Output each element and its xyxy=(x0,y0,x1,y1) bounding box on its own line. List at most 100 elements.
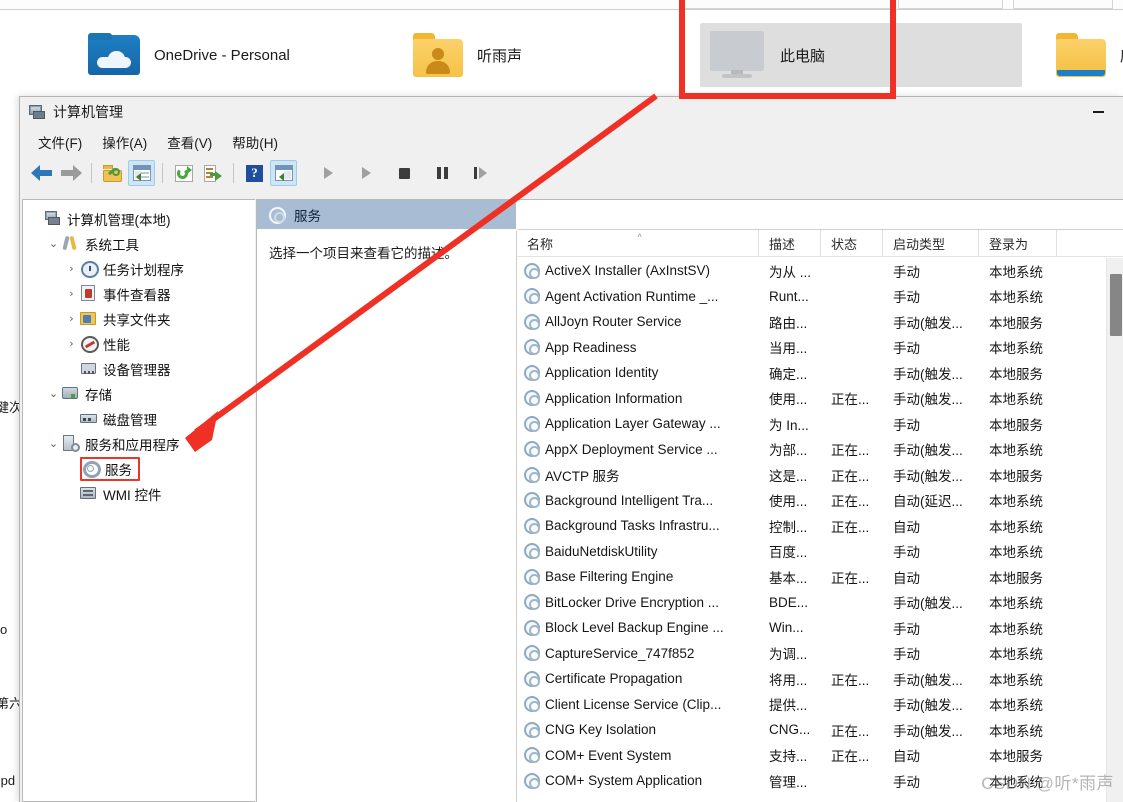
window-title-bar[interactable]: 计算机管理 xyxy=(20,97,1123,127)
tree-node[interactable]: 服务 xyxy=(27,456,255,481)
tree-node[interactable]: ⌄ 服务和应用程序 xyxy=(27,431,255,456)
stop-service-button[interactable] xyxy=(391,160,418,186)
desktop-item-onedrive[interactable]: OneDrive - Personal xyxy=(80,20,360,90)
console-tree-pane[interactable]: 计算机管理(本地) ⌄ 系统工具 › 任务计划程序 › 事件查看器 › 共享文件夹 › 性能 设备管理… xyxy=(22,199,255,802)
tree-node[interactable]: › 任务计划程序 xyxy=(27,256,255,281)
tree-node-content[interactable]: WMI 控件 xyxy=(80,484,162,504)
cut-off-ribbon-item-1[interactable] xyxy=(682,0,892,9)
column-header[interactable]: 名称 ^ xyxy=(517,230,759,256)
list-vertical-scrollbar[interactable] xyxy=(1106,258,1123,802)
table-row[interactable]: AVCTP 服务 这是... 正在... 手动(触发... 本地服务 xyxy=(517,462,1123,488)
scrollbar-thumb[interactable] xyxy=(1110,274,1122,336)
tree-node[interactable]: 设备管理器 xyxy=(27,356,255,381)
table-row[interactable]: Application Information 使用... 正在... 手动(触发..… xyxy=(517,386,1123,412)
table-row[interactable]: App Readiness 当用... 手动 本地系统 xyxy=(517,335,1123,361)
cell-desc: 将用... xyxy=(769,672,808,688)
tree-node-content[interactable]: 存储 xyxy=(62,384,112,404)
tree-node-content[interactable]: 系统工具 xyxy=(62,234,139,254)
list-header-row[interactable]: 名称 ^ 描述 状态 启动类型 登录为 xyxy=(517,230,1123,257)
tree-node[interactable]: WMI 控件 xyxy=(27,481,255,506)
services-list-view[interactable]: 名称 ^ 描述 状态 启动类型 登录为 ActiveX Installer (AxInst… xyxy=(516,229,1123,802)
menu-action[interactable]: 操作(A) xyxy=(92,128,157,156)
table-row[interactable]: Background Tasks Infrastru... 控制... 正在... 自… xyxy=(517,513,1123,539)
tree-node-content[interactable]: 磁盘管理 xyxy=(80,409,157,429)
tree-node[interactable]: ⌄ 系统工具 xyxy=(27,231,255,256)
table-row[interactable]: Application Identity 确定... 手动(触发... 本地服务 xyxy=(517,360,1123,386)
tree-node[interactable]: ⌄ 存储 xyxy=(27,381,255,406)
chevron-right-icon[interactable]: › xyxy=(63,312,80,325)
table-row[interactable]: AllJoyn Router Service 路由... 手动(触发... 本地服务 xyxy=(517,309,1123,335)
cut-off-ribbon-item-3[interactable] xyxy=(1013,0,1113,9)
highlighted-tree-node-services[interactable]: 服务 xyxy=(80,456,140,481)
table-row[interactable]: AppX Deployment Service ... 为部... 正在... 手动(… xyxy=(517,437,1123,463)
chevron-right-icon[interactable]: › xyxy=(63,337,80,350)
column-header[interactable]: 描述 xyxy=(759,230,821,256)
chevron-down-icon[interactable]: ⌄ xyxy=(45,437,62,450)
table-row[interactable]: CaptureService_747f852 为调... 手动 本地系统 xyxy=(517,641,1123,667)
tree-node[interactable]: › 性能 xyxy=(27,331,255,356)
tree-node[interactable]: 计算机管理(本地) xyxy=(27,206,255,231)
menu-help[interactable]: 帮助(H) xyxy=(222,128,288,156)
desktop-item-this-pc[interactable]: 此电脑 xyxy=(700,23,1022,87)
back-button[interactable] xyxy=(28,160,55,186)
tree-node-content[interactable]: 设备管理器 xyxy=(80,359,171,379)
tool-bar[interactable]: ? xyxy=(20,157,1123,189)
menu-bar[interactable]: 文件(F) 操作(A) 查看(V) 帮助(H) xyxy=(20,127,1123,157)
export-list-button[interactable] xyxy=(199,160,226,186)
menu-view[interactable]: 查看(V) xyxy=(157,128,222,156)
tree-node-content[interactable]: 任务计划程序 xyxy=(80,259,184,279)
show-hide-console-tree-button[interactable] xyxy=(128,160,155,186)
up-folder-button[interactable] xyxy=(99,160,126,186)
table-row[interactable]: Client License Service (Clip... 提供... 手动(触… xyxy=(517,692,1123,718)
cell-logon: 本地系统 xyxy=(989,698,1043,714)
table-row[interactable]: Base Filtering Engine 基本... 正在... 自动 本地服务 xyxy=(517,564,1123,590)
cell-desc: 管理... xyxy=(769,774,808,790)
tree-node[interactable]: › 事件查看器 xyxy=(27,281,255,306)
restart-service-button[interactable] xyxy=(467,160,494,186)
chevron-down-icon[interactable]: ⌄ xyxy=(45,237,62,250)
show-action-pane-button[interactable] xyxy=(270,160,297,186)
tree-node-content[interactable]: 计算机管理(本地) xyxy=(44,209,171,229)
tree-node-content[interactable]: 服务和应用程序 xyxy=(62,434,180,454)
table-row[interactable]: CNG Key Isolation CNG... 正在... 手动(触发... 本地系统 xyxy=(517,717,1123,743)
computer-management-window[interactable]: 计算机管理 文件(F) 操作(A) 查看(V) 帮助(H) ? 计算机管理(本地… xyxy=(19,96,1123,802)
cut-off-ribbon-item-2[interactable] xyxy=(898,0,1003,9)
column-header[interactable]: 启动类型 xyxy=(883,230,979,256)
table-row[interactable]: Block Level Backup Engine ... Win... 手动 本地系… xyxy=(517,615,1123,641)
chevron-right-icon[interactable]: › xyxy=(63,262,80,275)
list-rows[interactable]: ActiveX Installer (AxInstSV) 为从 ... 手动 本地系统… xyxy=(517,258,1123,802)
table-row[interactable]: BaiduNetdiskUtility 百度... 手动 本地系统 xyxy=(517,539,1123,565)
chevron-down-icon[interactable]: ⌄ xyxy=(45,387,62,400)
table-row[interactable]: ActiveX Installer (AxInstSV) 为从 ... 手动 本地系统 xyxy=(517,258,1123,284)
table-row[interactable]: BitLocker Drive Encryption ... BDE... 手动(触… xyxy=(517,590,1123,616)
table-row[interactable]: Background Intelligent Tra... 使用... 正在... 自… xyxy=(517,488,1123,514)
menu-file[interactable]: 文件(F) xyxy=(28,128,92,156)
table-row[interactable]: COM+ Event System 支持... 正在... 自动 本地服务 xyxy=(517,743,1123,769)
desktop-item-user-folder[interactable]: 听雨声 xyxy=(405,20,565,90)
column-header[interactable]: 登录为 xyxy=(979,230,1057,256)
tree-node[interactable]: › 共享文件夹 xyxy=(27,306,255,331)
tree-node-content[interactable]: 事件查看器 xyxy=(80,284,171,304)
minimize-button[interactable] xyxy=(1075,97,1121,127)
column-header[interactable]: 状态 xyxy=(821,230,883,256)
tree-node[interactable]: 磁盘管理 xyxy=(27,406,255,431)
tree-node-label: 事件查看器 xyxy=(103,287,171,303)
tree-node-content[interactable]: 共享文件夹 xyxy=(80,309,171,329)
forward-button[interactable] xyxy=(57,160,84,186)
cell-desc: CNG... xyxy=(769,722,811,738)
pause-service-button[interactable] xyxy=(429,160,456,186)
refresh-button[interactable] xyxy=(170,160,197,186)
table-row[interactable]: Application Layer Gateway ... 为 In... 手动 本地… xyxy=(517,411,1123,437)
cell-startup: 自动 xyxy=(893,519,920,535)
start-service-button[interactable] xyxy=(315,160,342,186)
table-row[interactable]: Agent Activation Runtime _... Runt... 手动 本地… xyxy=(517,284,1123,310)
table-row[interactable]: Certificate Propagation 将用... 正在... 手动(触发..… xyxy=(517,666,1123,692)
resume-service-button[interactable] xyxy=(353,160,380,186)
chevron-right-icon[interactable]: › xyxy=(63,287,80,300)
cell-logon: 本地系统 xyxy=(989,443,1043,459)
desktop-item-library[interactable]: 库 xyxy=(1048,20,1123,90)
help-button[interactable]: ? xyxy=(241,160,268,186)
result-pane: 服务 选择一个项目来查看它的描述。 名称 ^ 描述 状态 启动类型 登录为 ActiveX… xyxy=(256,199,1123,802)
tree-node-content[interactable]: 性能 xyxy=(80,334,130,354)
service-gear-icon xyxy=(524,645,540,662)
